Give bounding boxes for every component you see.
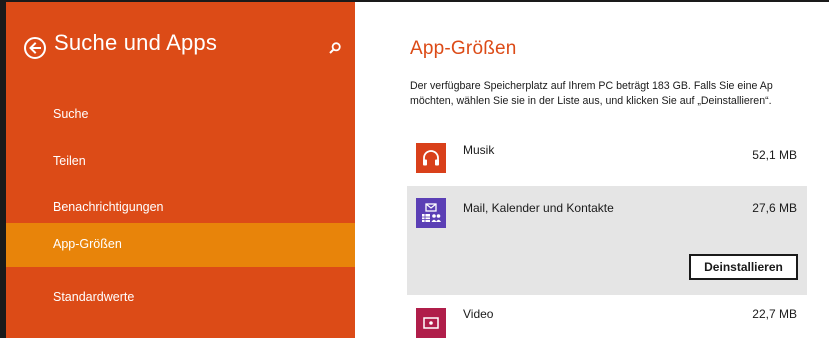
- app-name: Mail, Kalender und Kontakte: [463, 201, 614, 215]
- app-size: 22,7 MB: [752, 307, 797, 321]
- app-row-musik[interactable]: Musik 52,1 MB: [407, 135, 807, 179]
- sidebar-item-app-groessen[interactable]: App-Größen: [6, 223, 355, 267]
- back-arrow-icon[interactable]: [24, 37, 46, 59]
- sidebar-item-label: Standardwerte: [53, 290, 135, 304]
- headphones-icon: [416, 143, 446, 173]
- main-content: App-Größen Der verfügbare Speicherplatz …: [355, 2, 829, 338]
- video-icon: [416, 308, 446, 338]
- search-icon[interactable]: [328, 40, 342, 54]
- description: Der verfügbare Speicherplatz auf Ihrem P…: [410, 79, 829, 109]
- sidebar-item-standardwerte[interactable]: Standardwerte: [6, 276, 355, 320]
- sidebar-item-label: Benachrichtigungen: [53, 200, 164, 214]
- page-title: App-Größen: [410, 38, 517, 59]
- app-row-mail-kalender-kontakte[interactable]: Mail, Kalender und Kontakte 27,6 MB Dein…: [407, 186, 807, 295]
- sidebar: Suche und Apps Suche Teilen Benachrichti…: [6, 2, 355, 338]
- description-line-2: möchten, wählen Sie sie in der Liste aus…: [410, 95, 772, 107]
- app-name: Video: [463, 307, 494, 321]
- sidebar-header: Suche und Apps: [6, 2, 355, 82]
- sidebar-item-label: App-Größen: [53, 237, 122, 251]
- uninstall-button[interactable]: Deinstallieren: [689, 254, 798, 280]
- app-size: 27,6 MB: [752, 201, 797, 215]
- sidebar-item-teilen[interactable]: Teilen: [6, 140, 355, 184]
- sidebar-item-label: Suche: [53, 107, 89, 121]
- sidebar-item-label: Teilen: [53, 154, 86, 168]
- app-row-video[interactable]: Video 22,7 MB: [407, 298, 807, 338]
- sidebar-item-suche[interactable]: Suche: [6, 93, 355, 137]
- app-name: Musik: [463, 143, 495, 157]
- sidebar-title: Suche und Apps: [54, 30, 218, 55]
- mail-calendar-people-icon: [416, 198, 446, 228]
- description-line-1: Der verfügbare Speicherplatz auf Ihrem P…: [410, 80, 773, 92]
- app-size: 52,1 MB: [752, 148, 797, 162]
